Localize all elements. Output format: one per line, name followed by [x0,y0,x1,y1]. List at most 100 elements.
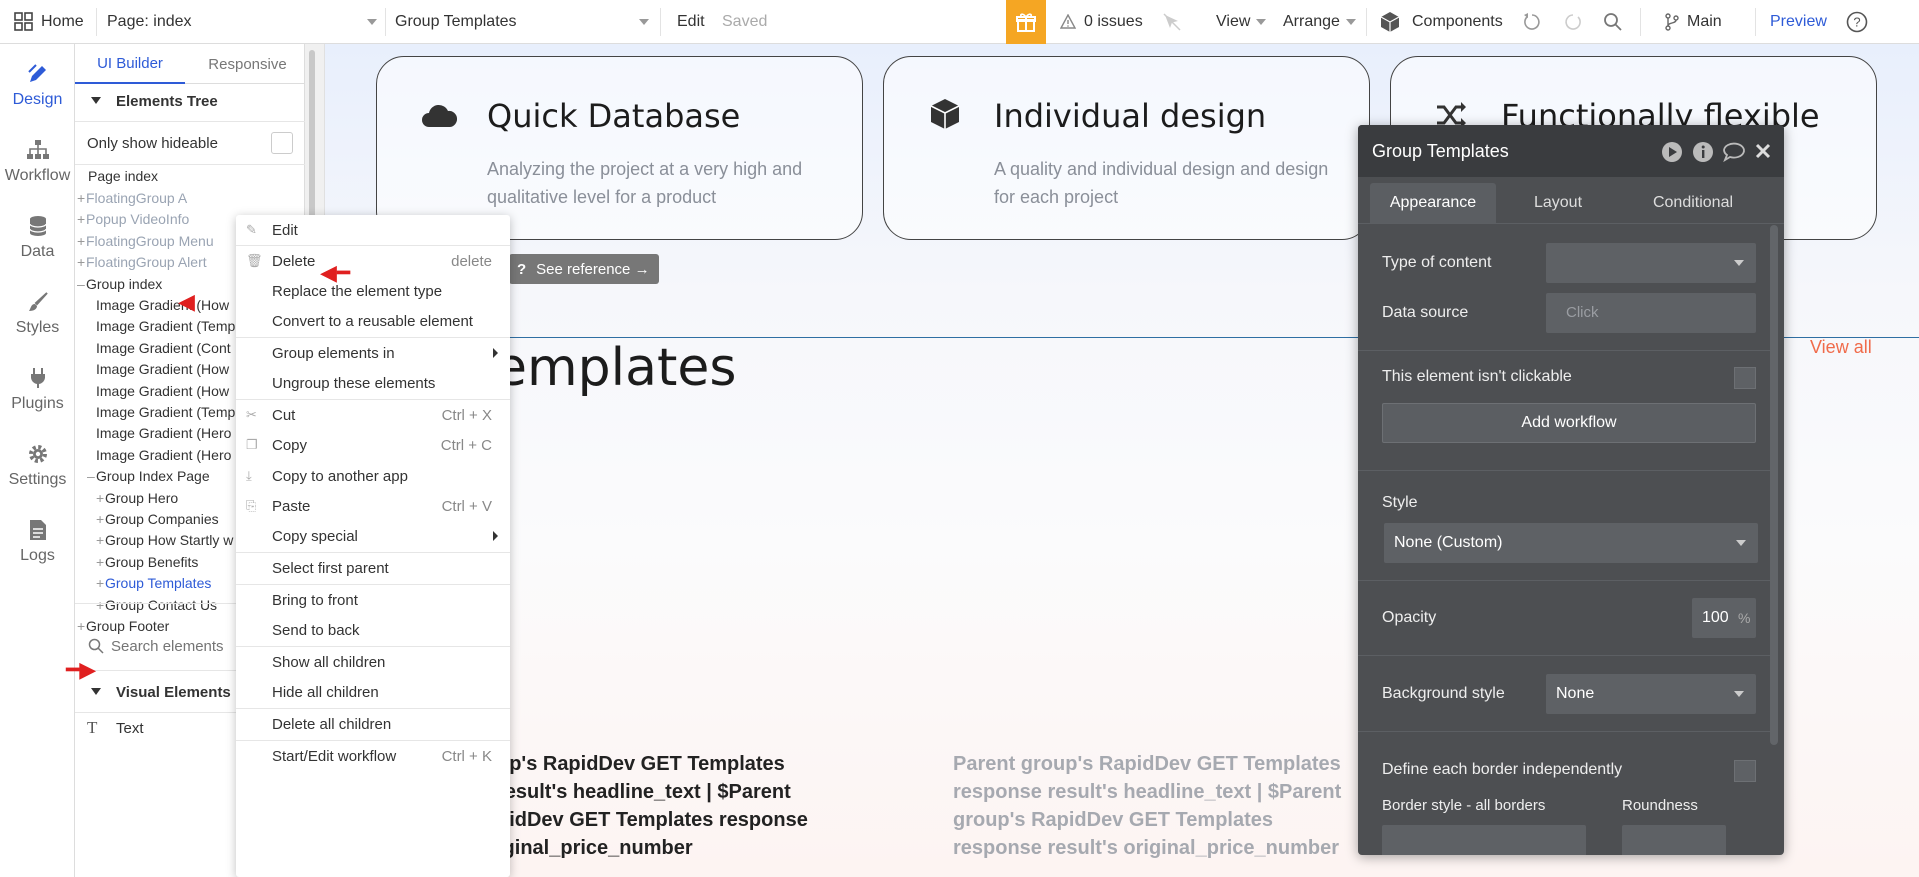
property-scrollbar[interactable] [1770,225,1778,745]
expand-icon[interactable]: + [96,532,105,548]
help-button[interactable]: ? [1846,0,1868,44]
visual-element-text[interactable]: Text [116,720,144,737]
menu-replace[interactable]: Replace the element type [236,276,510,306]
expand-icon[interactable]: + [96,554,105,570]
tree-item[interactable]: +FloatingGroup Alert [77,254,207,270]
tree-item[interactable]: Image Gradient (How [96,361,229,377]
tree-item[interactable]: +Popup VideoInfo [77,211,189,227]
tree-item[interactable]: Image Gradient (Hero [96,447,231,463]
tab-conditional[interactable]: Conditional [1620,183,1766,223]
expand-icon[interactable]: + [77,233,86,249]
page-select[interactable]: Page: index [107,0,377,44]
tab-appearance[interactable]: Appearance [1370,183,1496,223]
tree-item[interactable]: Image Gradient (How [96,297,229,313]
menu-ungroup[interactable]: Ungroup these elements [236,368,510,398]
collapse-icon[interactable] [91,688,101,695]
edit-button[interactable]: Edit [677,0,705,44]
menu-convert[interactable]: Convert to a reusable element [236,306,510,336]
undo-button[interactable] [1522,0,1542,44]
tree-item-page-index[interactable]: Page index [88,168,158,184]
feature-card[interactable]: Individual design A quality and individu… [883,56,1370,240]
menu-copy-special[interactable]: Copy special [236,521,510,551]
components-button[interactable]: Components [1378,0,1503,44]
see-reference-button[interactable]: ? See reference → [509,254,659,284]
tree-item[interactable]: +Group Companies [96,511,219,527]
menu-group-in[interactable]: Group elements in [236,338,510,368]
nav-data[interactable]: Data [0,200,75,276]
view-menu[interactable]: View [1216,0,1267,44]
collapse-icon[interactable] [91,97,101,104]
tree-item[interactable]: Image Gradient (Temp [96,404,235,420]
tab-ui-builder[interactable]: UI Builder [75,44,185,84]
tree-item[interactable]: +Group Benefits [96,554,198,570]
tree-item[interactable]: Image Gradient (Temp [96,318,235,334]
tree-item[interactable]: +Group Hero [96,490,178,506]
type-of-content-select[interactable] [1546,243,1756,283]
border-style-select[interactable] [1382,825,1586,855]
border-independent-checkbox[interactable] [1734,760,1756,782]
menu-bring-front[interactable]: Bring to front [236,585,510,615]
branch-button[interactable]: Main [1665,0,1722,44]
tab-responsive[interactable]: Responsive [190,44,305,84]
view-all-link[interactable]: View all [1810,337,1872,358]
tree-item[interactable]: +Group Templates [96,575,211,591]
opacity-input[interactable]: 100% [1692,598,1756,638]
nav-styles[interactable]: Styles [0,276,75,352]
gift-button[interactable] [1006,0,1046,44]
preview-button[interactable]: Preview [1770,0,1827,44]
tree-item[interactable]: Image Gradient (How [96,383,229,399]
menu-hide-children[interactable]: Hide all children [236,677,510,707]
only-hideable-checkbox[interactable] [271,132,293,154]
tree-item[interactable]: –Group index [77,276,162,292]
tree-item[interactable]: Image Gradient (Cont [96,340,231,356]
tree-item[interactable]: +FloatingGroup A [77,190,187,206]
expand-icon[interactable]: + [77,254,86,270]
tab-layout[interactable]: Layout [1498,183,1618,223]
tree-item[interactable]: +Group Footer [77,618,169,634]
background-style-select[interactable]: None [1546,674,1756,714]
menu-paste[interactable]: ⎘ Paste Ctrl + V [236,491,510,521]
menu-delete-children[interactable]: Delete all children [236,709,510,739]
menu-cut[interactable]: ✂ Cut Ctrl + X [236,400,510,430]
search-button[interactable] [1603,0,1623,44]
add-workflow-button[interactable]: Add workflow [1382,403,1756,443]
collapse-icon[interactable]: – [87,468,96,484]
info-icon[interactable] [1692,141,1714,163]
expand-icon[interactable]: + [77,618,86,634]
menu-edit[interactable]: ✎ Edit [236,215,510,245]
comment-icon[interactable] [1722,141,1746,163]
roundness-input[interactable] [1622,825,1726,855]
issues-button[interactable]: 0 issues [1060,0,1143,44]
inspect-button[interactable] [1163,0,1181,44]
expand-icon[interactable]: + [96,575,105,591]
tree-item[interactable]: Image Gradient (Hero [96,425,231,441]
menu-send-back[interactable]: Send to back [236,615,510,645]
nav-settings[interactable]: Settings [0,428,75,504]
menu-copy-app[interactable]: ⤓ Copy to another app [236,461,510,491]
home-button[interactable]: Home [14,0,84,44]
play-icon[interactable] [1661,141,1683,163]
menu-start-workflow[interactable]: Start/Edit workflow Ctrl + K [236,741,510,771]
property-editor-header[interactable]: Group Templates [1358,125,1784,177]
nav-workflow[interactable]: Workflow [0,124,75,200]
menu-delete[interactable]: 🗑 Delete delete [236,246,510,276]
data-source-input[interactable]: Click [1546,293,1756,333]
nav-design[interactable]: Design [0,48,75,124]
feature-card[interactable]: Quick Database Analyzing the project at … [376,56,863,240]
tree-item[interactable]: +Group How Startly w [96,532,233,548]
style-select[interactable]: None (Custom) [1384,523,1758,563]
element-select[interactable]: Group Templates [395,0,649,44]
menu-select-parent[interactable]: Select first parent [236,553,510,583]
nav-logs[interactable]: Logs [0,504,75,580]
expand-icon[interactable]: + [96,490,105,506]
menu-show-children[interactable]: Show all children [236,647,510,677]
menu-copy[interactable]: ❐ Copy Ctrl + C [236,430,510,460]
collapse-icon[interactable]: – [77,276,86,292]
nav-plugins[interactable]: Plugins [0,352,75,428]
not-clickable-checkbox[interactable] [1734,367,1756,389]
redo-button[interactable] [1563,0,1583,44]
tree-item[interactable]: +Group Contact Us [96,597,217,613]
expand-icon[interactable]: + [96,597,105,613]
tree-item[interactable]: –Group Index Page [87,468,210,484]
tree-item[interactable]: +FloatingGroup Menu [77,233,214,249]
